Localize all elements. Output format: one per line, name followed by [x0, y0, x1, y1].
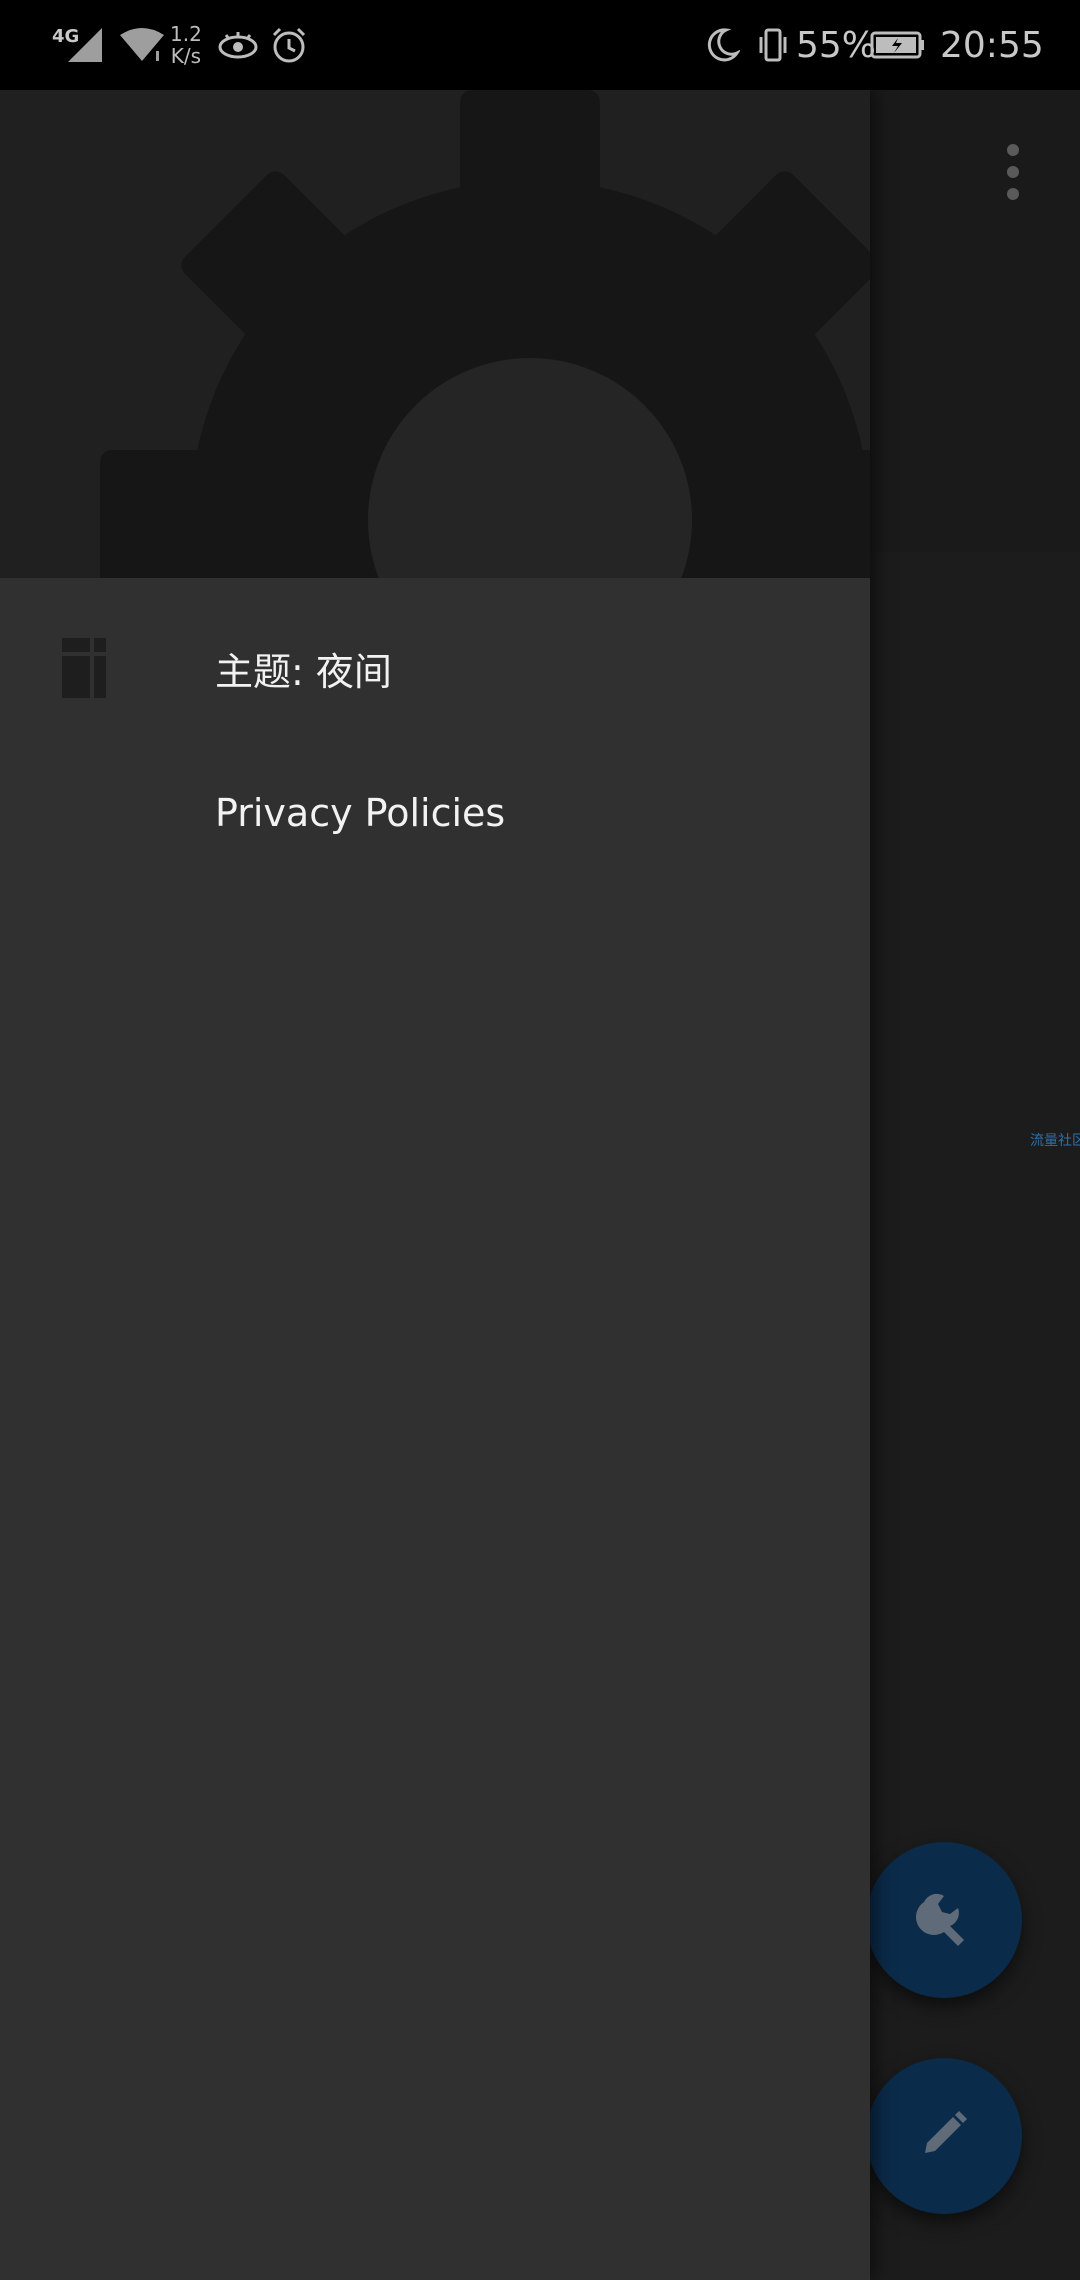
drawer-item-privacy-policies[interactable]: Privacy Policies — [0, 748, 870, 878]
clock: 20:55 — [940, 24, 1044, 66]
screen: 4G 1.2 K/s 55% 20:55 流量社区 主题: 夜间 Privacy… — [0, 0, 1080, 2280]
status-bar: 4G 1.2 K/s 55% 20:55 — [0, 0, 1080, 90]
vibrate-icon — [756, 0, 790, 90]
eye-icon — [218, 0, 258, 90]
net-speed-value: 1.2 — [170, 22, 202, 46]
drawer-header — [0, 90, 870, 578]
navigation-drawer: 主题: 夜间 Privacy Policies — [0, 90, 870, 2280]
gear-icon — [0, 90, 870, 578]
moon-icon — [704, 0, 740, 90]
net-speed-unit: K/s — [170, 44, 202, 68]
alarm-icon — [270, 0, 308, 90]
drawer-item-label: 主题: 夜间 — [215, 649, 392, 694]
tools-fab-button[interactable] — [866, 1842, 1022, 1998]
drawer-item-theme[interactable]: 主题: 夜间 — [0, 603, 870, 733]
battery-percent: 55% — [796, 24, 877, 66]
edit-fab-button[interactable] — [866, 2058, 1022, 2214]
theme-icon — [62, 638, 106, 698]
more-vert-icon[interactable] — [996, 140, 1030, 204]
battery-charging-icon — [870, 0, 926, 90]
wifi-icon — [118, 0, 166, 90]
drawer-item-label: Privacy Policies — [215, 791, 506, 835]
side-link[interactable]: 流量社区 — [1030, 1130, 1080, 1150]
wrench-icon — [914, 1888, 974, 1952]
pencil-icon — [919, 2109, 969, 2163]
signal-icon — [68, 0, 102, 90]
net-speed: 1.2 K/s — [170, 0, 202, 90]
